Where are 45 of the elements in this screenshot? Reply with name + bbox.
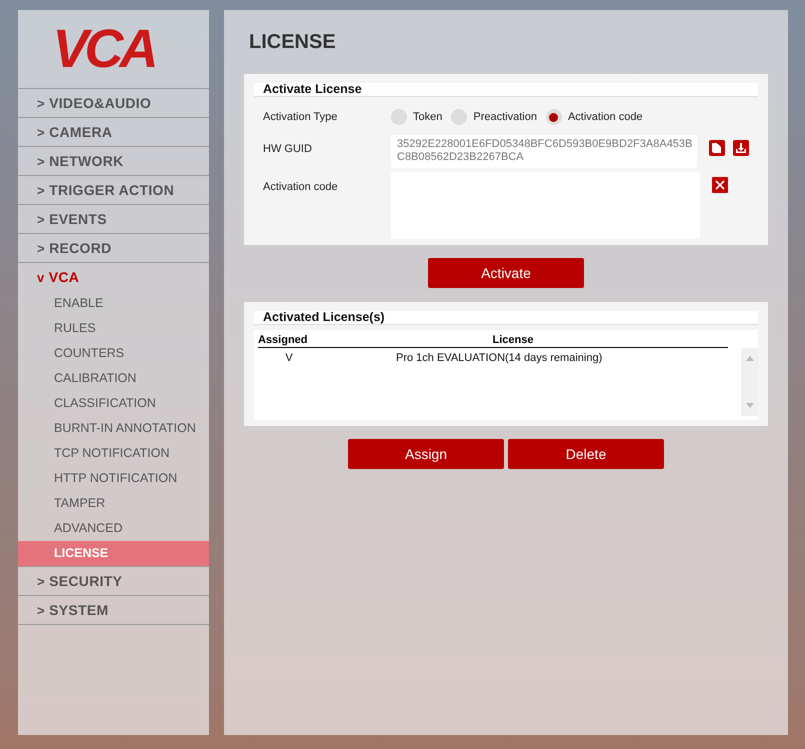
nav-item[interactable]: v VCA — [18, 263, 209, 291]
submenu-item[interactable]: CALIBRATION — [18, 366, 209, 391]
submenu-item[interactable]: HTTP NOTIFICATION — [18, 466, 209, 491]
delete-button[interactable]: Delete — [508, 439, 664, 469]
assign-button[interactable]: Assign — [348, 439, 504, 469]
download-icon[interactable] — [733, 140, 749, 156]
table-cell-text: V — [284, 352, 294, 364]
nav-item[interactable]: > CAMERA — [18, 118, 209, 147]
copy-icon[interactable] — [709, 140, 725, 156]
radio-button[interactable] — [546, 109, 562, 125]
submenu-item[interactable]: ADVANCED — [18, 516, 209, 541]
nav-item[interactable]: > EVENTS — [18, 205, 209, 234]
nav-item[interactable]: > TRIGGER ACTION — [18, 176, 209, 205]
field-label: Activation code — [262, 180, 339, 193]
field-label: HW GUID — [262, 142, 313, 155]
radio-label: Activation code — [568, 111, 643, 123]
nav-item[interactable]: > SECURITY — [18, 567, 209, 596]
submenu-item[interactable]: COUNTERS — [18, 341, 209, 366]
section-heading: Activated License(s) — [254, 311, 758, 325]
field-label: Activation Type — [262, 111, 338, 123]
submenu-item[interactable]: CLASSIFICATION — [18, 391, 209, 416]
submenu-item[interactable]: TCP NOTIFICATION — [18, 441, 209, 466]
radio-label: Token — [413, 111, 442, 123]
submenu-item[interactable]: BURNT-IN ANNOTATION — [18, 416, 209, 441]
guid-field[interactable]: 35292E228001E6FD05348BFC6D593B0E9BD2F3A8A453BC8B08562D23B2267BCA — [391, 135, 697, 168]
scrollbar[interactable] — [741, 348, 758, 416]
scroll-up-icon[interactable] — [746, 356, 754, 361]
submenu-item[interactable]: TAMPER — [18, 491, 209, 516]
nav-item[interactable]: > NETWORK — [18, 147, 209, 176]
column-header: License — [492, 334, 534, 346]
radio-label: Preactivation — [473, 111, 537, 123]
table-cell: Pro 1ch EVALUATION(14 days remaining) — [396, 352, 602, 364]
submenu-item[interactable]: ENABLE — [18, 291, 209, 316]
column-header: Assigned — [258, 334, 309, 346]
nav-item[interactable]: > SYSTEM — [18, 596, 209, 625]
close-icon[interactable] — [712, 177, 728, 193]
activate-button[interactable]: Activate — [428, 258, 584, 288]
section-heading: Activate License — [254, 83, 758, 97]
scroll-down-icon[interactable] — [746, 403, 754, 408]
submenu-item[interactable]: LICENSE — [18, 541, 209, 566]
nav-item[interactable]: > RECORD — [18, 234, 209, 263]
submenu-item[interactable]: RULES — [18, 316, 209, 341]
page-title: LICENSE — [249, 31, 337, 54]
nav-item[interactable]: > VIDEO&AUDIO — [18, 89, 209, 118]
logo: VCA — [52, 22, 154, 76]
